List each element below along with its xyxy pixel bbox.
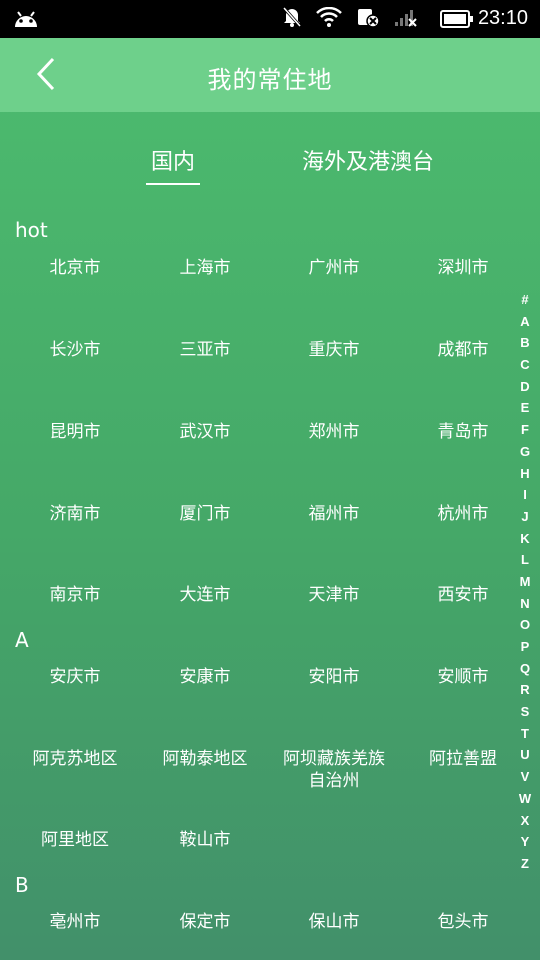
city-item[interactable]: 济南市 <box>10 503 140 525</box>
city-item[interactable]: 保定市 <box>140 911 270 933</box>
index-letter[interactable]: G <box>515 441 535 463</box>
city-item[interactable]: 阿勒泰地区 <box>140 748 270 770</box>
app-bar: 我的常住地 <box>0 38 540 112</box>
section-head-b: B <box>15 873 29 897</box>
city-item[interactable]: 阿坝藏族羌族自治州 <box>269 748 399 792</box>
city-item[interactable]: 安庆市 <box>10 666 140 688</box>
index-letter[interactable]: K <box>515 528 535 550</box>
city-item[interactable]: 安康市 <box>140 666 270 688</box>
index-letter[interactable]: O <box>515 614 535 636</box>
city-item[interactable]: 阿克苏地区 <box>10 748 140 770</box>
index-letter[interactable]: P <box>515 636 535 658</box>
city-item[interactable]: 深圳市 <box>398 257 528 279</box>
city-item[interactable]: 安阳市 <box>269 666 399 688</box>
alphabet-index[interactable]: # A B C D E F G H I J K L M N O P Q R S T U V W X Y Z <box>515 289 535 875</box>
index-letter[interactable]: J <box>515 506 535 528</box>
index-letter[interactable]: V <box>515 766 535 788</box>
index-letter[interactable]: C <box>515 354 535 376</box>
index-letter[interactable]: X <box>515 810 535 832</box>
index-letter[interactable]: T <box>515 723 535 745</box>
android-icon <box>12 7 40 33</box>
index-letter[interactable]: U <box>515 744 535 766</box>
index-letter[interactable]: A <box>515 311 535 333</box>
city-item[interactable]: 福州市 <box>269 503 399 525</box>
index-letter[interactable]: M <box>515 571 535 593</box>
tab-overseas[interactable]: 海外及港澳台 <box>290 144 446 176</box>
city-item[interactable]: 三亚市 <box>140 339 270 361</box>
city-item[interactable]: 阿拉善盟 <box>398 748 528 770</box>
index-letter[interactable]: Z <box>515 853 535 875</box>
tab-domestic[interactable]: 国内 <box>146 144 200 185</box>
city-item[interactable]: 上海市 <box>140 257 270 279</box>
index-letter[interactable]: W <box>515 788 535 810</box>
city-item[interactable]: 天津市 <box>269 584 399 606</box>
city-item[interactable]: 杭州市 <box>398 503 528 525</box>
sim-error-icon <box>356 6 380 32</box>
city-item[interactable]: 大连市 <box>140 584 270 606</box>
index-letter[interactable]: # <box>515 289 535 311</box>
index-letter[interactable]: F <box>515 419 535 441</box>
battery-icon <box>440 10 473 28</box>
tab-active-indicator <box>146 183 200 185</box>
city-item[interactable]: 成都市 <box>398 339 528 361</box>
index-letter[interactable]: N <box>515 593 535 615</box>
index-letter[interactable]: R <box>515 679 535 701</box>
city-item[interactable]: 西安市 <box>398 584 528 606</box>
city-item[interactable]: 厦门市 <box>140 503 270 525</box>
city-item[interactable]: 亳州市 <box>10 911 140 933</box>
index-letter[interactable]: S <box>515 701 535 723</box>
index-letter[interactable]: H <box>515 463 535 485</box>
tab-overseas-label: 海外及港澳台 <box>301 150 434 175</box>
city-item[interactable]: 广州市 <box>269 257 399 279</box>
index-letter[interactable]: L <box>515 549 535 571</box>
city-item[interactable]: 安顺市 <box>398 666 528 688</box>
section-head-a: A <box>15 628 29 652</box>
city-item[interactable]: 长沙市 <box>10 339 140 361</box>
city-item[interactable]: 保山市 <box>269 911 399 933</box>
page-title: 我的常住地 <box>207 66 333 94</box>
region-tabs: 国内 海外及港澳台 <box>0 144 540 188</box>
index-letter[interactable]: E <box>515 397 535 419</box>
city-item[interactable]: 包头市 <box>398 911 528 933</box>
city-item[interactable]: 郑州市 <box>269 421 399 443</box>
city-item[interactable]: 阿里地区 <box>10 829 140 851</box>
mute-icon <box>282 6 302 32</box>
index-letter[interactable]: Y <box>515 831 535 853</box>
city-item[interactable]: 青岛市 <box>398 421 528 443</box>
status-bar: 23:10 <box>0 0 540 38</box>
city-item[interactable]: 鞍山市 <box>140 829 270 851</box>
city-item[interactable]: 昆明市 <box>10 421 140 443</box>
signal-icon <box>394 7 418 31</box>
status-time: 23:10 <box>477 7 528 29</box>
tab-domestic-label: 国内 <box>150 150 195 175</box>
index-letter[interactable]: D <box>515 376 535 398</box>
section-head-hot: hot <box>15 218 48 242</box>
city-item[interactable]: 北京市 <box>10 257 140 279</box>
index-letter[interactable]: B <box>515 332 535 354</box>
index-letter[interactable]: Q <box>515 658 535 680</box>
index-letter[interactable]: I <box>515 484 535 506</box>
city-item[interactable]: 重庆市 <box>269 339 399 361</box>
city-item[interactable]: 南京市 <box>10 584 140 606</box>
city-item[interactable]: 武汉市 <box>140 421 270 443</box>
wifi-icon <box>316 6 342 31</box>
